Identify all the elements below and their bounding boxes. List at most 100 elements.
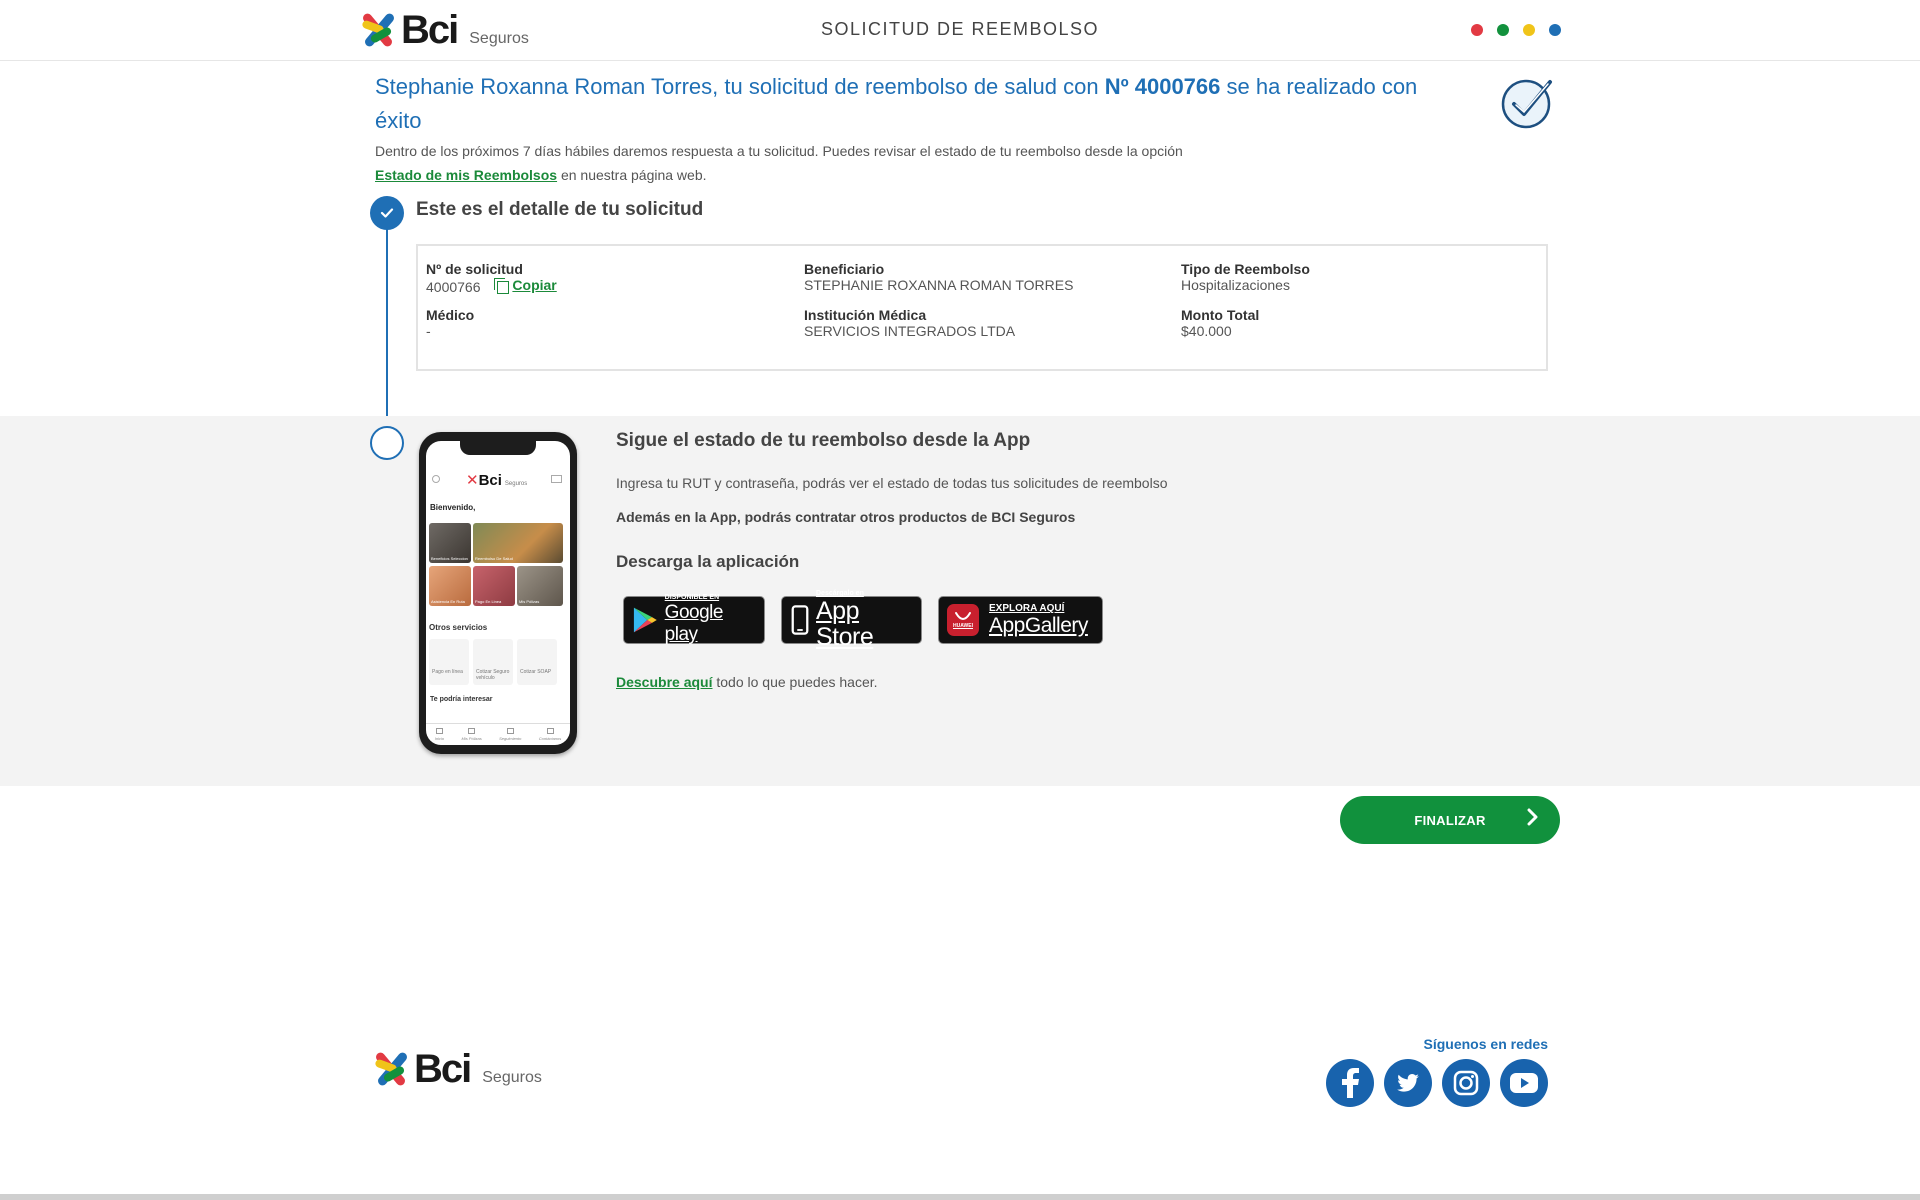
dot-red xyxy=(1471,24,1483,36)
polizas-icon xyxy=(468,728,476,734)
field-tipo: Tipo de Reembolso Hospitalizaciones xyxy=(1181,261,1310,293)
field-institucion-label: Institución Médica xyxy=(804,307,927,323)
field-solicitud-value: 4000766 xyxy=(426,279,481,295)
discover-text: Descubre aquí todo lo que puedes hacer. xyxy=(616,674,878,690)
iphone-icon xyxy=(791,605,809,635)
field-tipo-label: Tipo de Reembolso xyxy=(1181,261,1310,277)
google-play-icon xyxy=(633,607,657,633)
contact-icon xyxy=(546,728,554,734)
phone-nav-seguimiento: Seguimiento xyxy=(499,728,521,741)
facebook-icon xyxy=(1342,1068,1359,1098)
discover-link[interactable]: Descubre aquí xyxy=(616,674,712,690)
twitter-icon xyxy=(1397,1074,1419,1092)
youtube-link[interactable] xyxy=(1500,1059,1548,1107)
footer-logo-text: Bci xyxy=(414,1047,472,1091)
phone-nav-seguimiento-label: Seguimiento xyxy=(499,736,522,741)
phone-tile-4: Pago En Linea xyxy=(473,566,515,606)
google-play-big: Google play xyxy=(664,602,724,645)
phone-nav-home: Inicio xyxy=(435,728,444,741)
phone-tile-2-label: Reembolso De Salud xyxy=(475,556,513,561)
facebook-link[interactable] xyxy=(1326,1059,1374,1107)
youtube-icon xyxy=(1510,1073,1538,1093)
copy-label: Copiar xyxy=(512,277,557,293)
field-beneficiario: Beneficiario STEPHANIE ROXANNA ROMAN TOR… xyxy=(804,261,1073,293)
copy-icon xyxy=(494,278,510,294)
copy-button[interactable]: Copiar xyxy=(494,277,557,294)
app-gallery-big: AppGallery xyxy=(989,614,1088,637)
field-medico-value: - xyxy=(426,323,431,339)
field-institucion-value: SERVICIOS INTEGRADOS LTDA xyxy=(804,323,1016,339)
phone-tile-2: Reembolso De Salud xyxy=(473,523,563,563)
success-message-text: Dentro de los próximos 7 días hábiles da… xyxy=(375,143,1183,159)
phone-logo: ✕Bci Seguros xyxy=(466,472,528,489)
phone-nav-polizas-label: Mis Pólizas xyxy=(461,736,482,741)
brand-dots xyxy=(1471,24,1561,36)
phone-notch xyxy=(460,441,536,455)
phone-tile-1: Beneficios Seleccion xyxy=(429,523,471,563)
finalizar-label: FINALIZAR xyxy=(1414,812,1486,828)
phone-nav-home-label: Inicio xyxy=(434,736,445,741)
field-monto-label: Monto Total xyxy=(1181,307,1260,323)
stepper-line xyxy=(386,226,388,426)
phone-interes: Te podría interesar xyxy=(430,696,493,703)
success-message-suffix: en nuestra página web. xyxy=(557,167,707,183)
finalizar-button[interactable]: FINALIZAR xyxy=(1340,796,1560,844)
phone-mockup: ✕Bci Seguros Bienvenido, Beneficios Selec… xyxy=(419,432,577,754)
success-title: Stephanie Roxanna Roman Torres, tu solic… xyxy=(375,70,1435,138)
footer-logo[interactable]: Bci Seguros xyxy=(372,1049,542,1089)
eye-icon xyxy=(506,728,514,734)
google-play-badge[interactable]: DISPONIBLE EN Google play xyxy=(623,594,765,645)
field-beneficiario-label: Beneficiario xyxy=(804,261,885,277)
phone-screen: ✕Bci Seguros Bienvenido, Beneficios Selec… xyxy=(426,441,570,745)
phone-tile-3: Asistencia En Ruta xyxy=(429,566,471,606)
instagram-icon xyxy=(1453,1070,1479,1096)
footer-logo-mark-icon xyxy=(372,1049,412,1089)
field-monto: Monto Total $40.000 xyxy=(1181,307,1259,339)
field-monto-value: $40.000 xyxy=(1181,323,1232,339)
phone-tile-3-label: Asistencia En Ruta xyxy=(431,599,465,604)
phone-bottom-nav: Inicio Mis Pólizas Seguimiento Contáctan… xyxy=(426,723,570,745)
step-2-pending-icon xyxy=(370,426,404,460)
phone-nav-polizas: Mis Pólizas xyxy=(461,728,482,741)
app-store-big: App Store xyxy=(816,597,874,651)
phone-otros-servicios: Otros servicios xyxy=(429,623,488,632)
phone-menu-icon xyxy=(432,475,440,483)
field-tipo-value: Hospitalizaciones xyxy=(1181,277,1290,293)
phone-logo-subtext: Seguros xyxy=(504,481,528,487)
app-products-text: Además en la App, podrás contratar otros… xyxy=(616,509,1076,525)
app-store-badge[interactable]: Descárgalo en App Store xyxy=(781,590,922,650)
success-message: Dentro de los próximos 7 días hábiles da… xyxy=(375,139,1375,187)
reembolsos-status-link[interactable]: Estado de mis Reembolsos xyxy=(375,167,557,183)
follow-us-label: Síguenos en redes xyxy=(1423,1036,1548,1052)
phone-service-1: Pago en línea xyxy=(429,639,469,685)
app-description: Ingresa tu RUT y contraseña, podrás ver … xyxy=(616,475,1168,491)
phone-tile-5-label: Mis Pólizas xyxy=(519,599,540,604)
home-icon xyxy=(435,728,443,734)
discover-suffix: todo lo que puedes hacer. xyxy=(712,674,878,690)
download-title: Descarga la aplicación xyxy=(616,552,800,571)
app-gallery-badge[interactable]: HUAWEI EXPLORA AQUÍ AppGallery xyxy=(938,596,1103,644)
field-medico: Médico - xyxy=(426,307,474,339)
twitter-link[interactable] xyxy=(1384,1059,1432,1107)
phone-logo-text: Bci xyxy=(478,472,502,489)
phone-tile-4-label: Pago En Linea xyxy=(475,599,502,604)
chevron-right-icon xyxy=(1526,808,1538,832)
request-number: Nº 4000766 xyxy=(1104,74,1221,99)
header: Bci Seguros SOLICITUD DE REEMBOLSO xyxy=(0,0,1920,61)
success-check-icon xyxy=(1501,79,1552,129)
phone-service-3-label: Cotizar SOAP xyxy=(520,669,552,675)
footer-logo-subtext: Seguros xyxy=(482,1069,542,1086)
phone-service-2: Cotizar Seguro vehículo xyxy=(473,639,513,685)
field-solicitud: Nº de solicitud 4000766 Copiar xyxy=(426,261,557,295)
phone-service-2-label: Cotizar Seguro vehículo xyxy=(476,669,510,681)
bottom-bar xyxy=(0,1194,1920,1200)
success-title-prefix: Stephanie Roxanna Roman Torres, tu solic… xyxy=(375,74,1105,99)
social-links xyxy=(1326,1059,1548,1107)
step-1-complete-icon xyxy=(370,196,404,230)
instagram-link[interactable] xyxy=(1442,1059,1490,1107)
huawei-brand: HUAWEI xyxy=(953,623,973,629)
phone-tile-1-label: Beneficios Seleccion xyxy=(431,556,468,561)
phone-welcome: Bienvenido, xyxy=(430,503,476,512)
huawei-icon: HUAWEI xyxy=(947,604,979,636)
app-section-title: Sigue el estado de tu reembolso desde la… xyxy=(616,430,1031,451)
